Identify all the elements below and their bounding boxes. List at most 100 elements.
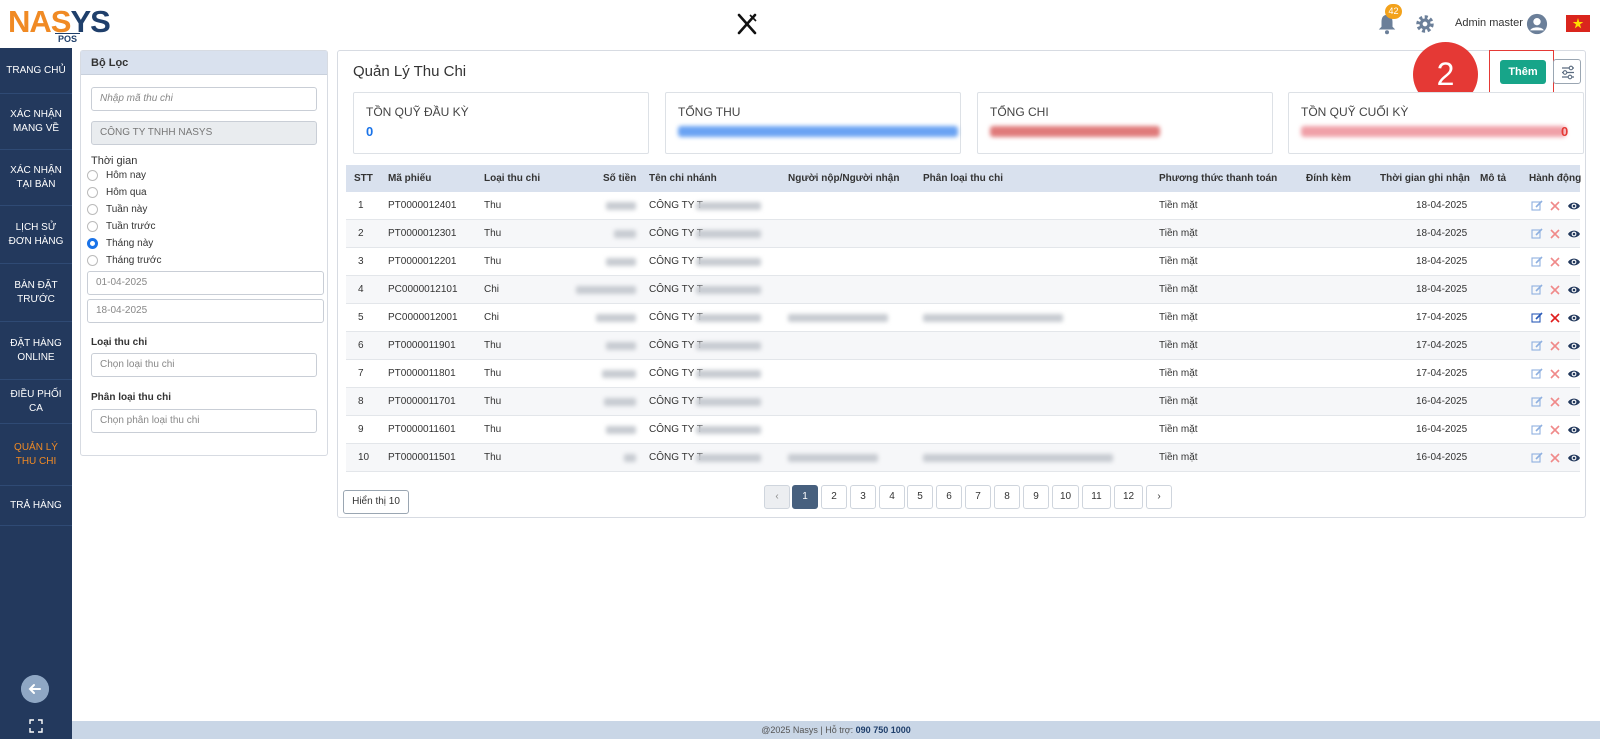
admin-name[interactable]: Admin master bbox=[1455, 17, 1523, 29]
table-row[interactable]: 8 PT0000011701 Thu CÔNG TY T Tiền mặt 16-04-2… bbox=[346, 388, 1580, 416]
col-stt: STT bbox=[354, 173, 373, 184]
edit-icon[interactable] bbox=[1531, 200, 1543, 212]
page-button-10[interactable]: 10 bbox=[1052, 485, 1079, 509]
table-row[interactable]: 1 PT0000012401 Thu CÔNG TY T Tiền mặt 18-04-2… bbox=[346, 192, 1580, 220]
edit-icon[interactable] bbox=[1531, 396, 1543, 408]
sidebar-item-order-history[interactable]: LỊCH SỬ ĐƠN HÀNG bbox=[0, 206, 72, 264]
edit-icon[interactable] bbox=[1531, 256, 1543, 268]
delete-icon[interactable] bbox=[1549, 368, 1561, 380]
card-closing-balance: TỒN QUỸ CUỐI KỲ 0 bbox=[1288, 92, 1584, 154]
eye-icon[interactable] bbox=[1567, 228, 1581, 240]
page-button-7[interactable]: 7 bbox=[965, 485, 991, 509]
delete-icon[interactable] bbox=[1549, 452, 1561, 464]
page-button-4[interactable]: 4 bbox=[879, 485, 905, 509]
page-size-select[interactable]: Hiển thị 10 bbox=[343, 490, 409, 514]
user-circle-icon[interactable] bbox=[1526, 13, 1548, 35]
page-button-6[interactable]: 6 bbox=[936, 485, 962, 509]
delete-icon[interactable] bbox=[1549, 284, 1561, 296]
table-row[interactable]: 4 PC0000012101 Chi CÔNG TY T Tiền mặt 18-04-2… bbox=[346, 276, 1580, 304]
page-button-2[interactable]: 2 bbox=[821, 485, 847, 509]
time-option-today[interactable]: Hôm nay bbox=[87, 168, 146, 182]
sidebar-item-reservations[interactable]: BÀN ĐẶT TRƯỚC bbox=[0, 264, 72, 322]
page-button-3[interactable]: 3 bbox=[850, 485, 876, 509]
table-row[interactable]: 10 PT0000011501 Thu CÔNG TY T Tiền mặt 16-04-… bbox=[346, 444, 1580, 472]
eye-icon[interactable] bbox=[1567, 256, 1581, 268]
delete-icon[interactable] bbox=[1549, 256, 1561, 268]
page-button-5[interactable]: 5 bbox=[907, 485, 933, 509]
time-option-yesterday[interactable]: Hôm qua bbox=[87, 185, 147, 199]
sidebar-item-shift-dispatch[interactable]: ĐIỀU PHỐI CA bbox=[0, 380, 72, 424]
eye-icon[interactable] bbox=[1567, 340, 1581, 352]
sidebar-item-returns[interactable]: TRẢ HÀNG bbox=[0, 486, 72, 526]
time-option-last-month[interactable]: Tháng trước bbox=[87, 253, 162, 267]
edit-icon[interactable] bbox=[1531, 424, 1543, 436]
utensils-icon[interactable] bbox=[735, 12, 759, 36]
date-to-input[interactable]: 18-04-2025 bbox=[87, 299, 324, 323]
delete-icon[interactable] bbox=[1549, 228, 1561, 240]
sidebar-item-income-expense[interactable]: QUẢN LÝ THU CHI bbox=[0, 424, 72, 486]
sidebar-item-home[interactable]: TRANG CHỦ bbox=[0, 48, 72, 94]
support-phone[interactable]: 090 750 1000 bbox=[856, 725, 911, 735]
edit-icon[interactable] bbox=[1531, 312, 1543, 324]
page-button-8[interactable]: 8 bbox=[994, 485, 1020, 509]
delete-icon[interactable] bbox=[1549, 340, 1561, 352]
sliders-icon bbox=[1562, 65, 1574, 80]
edit-icon[interactable] bbox=[1531, 452, 1543, 464]
eye-icon[interactable] bbox=[1567, 312, 1581, 324]
eye-icon[interactable] bbox=[1567, 396, 1581, 408]
page-button-12[interactable]: 12 bbox=[1114, 485, 1143, 509]
edit-icon[interactable] bbox=[1531, 228, 1543, 240]
type-select[interactable]: Chọn loại thu chi bbox=[91, 353, 317, 377]
card-value-redacted bbox=[678, 126, 958, 137]
date-from-input[interactable]: 01-04-2025 bbox=[87, 271, 324, 295]
sidebar: TRANG CHỦ XÁC NHẬN MANG VỀ XÁC NHẬN TẠI … bbox=[0, 48, 72, 739]
page-next-button[interactable]: › bbox=[1146, 485, 1172, 509]
table-row[interactable]: 7 PT0000011801 Thu CÔNG TY T Tiền mặt 17-04-2… bbox=[346, 360, 1580, 388]
category-select[interactable]: Chọn phân loại thu chi bbox=[91, 409, 317, 433]
top-bar: NASYS POS 42 Admin master bbox=[0, 0, 1600, 48]
time-option-this-month[interactable]: Tháng này bbox=[87, 236, 153, 250]
logo-sub: POS bbox=[55, 33, 81, 44]
arrow-left-icon[interactable] bbox=[21, 675, 49, 703]
cell-branch-redacted bbox=[696, 454, 761, 462]
time-option-this-week[interactable]: Tuần này bbox=[87, 202, 147, 216]
eye-icon[interactable] bbox=[1567, 368, 1581, 380]
delete-icon[interactable] bbox=[1549, 312, 1561, 324]
table-row[interactable]: 6 PT0000011901 Thu CÔNG TY T Tiền mặt 17-04-2… bbox=[346, 332, 1580, 360]
page-prev-button[interactable]: ‹ bbox=[764, 485, 790, 509]
add-button[interactable]: Thêm bbox=[1500, 60, 1546, 84]
eye-icon[interactable] bbox=[1567, 452, 1581, 464]
delete-icon[interactable] bbox=[1549, 396, 1561, 408]
expand-icon[interactable] bbox=[28, 718, 44, 734]
edit-icon[interactable] bbox=[1531, 368, 1543, 380]
time-option-last-week[interactable]: Tuần trước bbox=[87, 219, 156, 233]
sidebar-item-online-orders[interactable]: ĐẶT HÀNG ONLINE bbox=[0, 322, 72, 380]
table-row[interactable]: 9 PT0000011601 Thu CÔNG TY T Tiền mặt 16-04-2… bbox=[346, 416, 1580, 444]
cell-stt: 5 bbox=[358, 312, 364, 323]
cell-stt: 7 bbox=[358, 368, 364, 379]
page-button-1[interactable]: 1 bbox=[792, 485, 818, 509]
page-button-11[interactable]: 11 bbox=[1082, 485, 1111, 509]
cell-type: Thu bbox=[484, 452, 502, 463]
eye-icon[interactable] bbox=[1567, 424, 1581, 436]
edit-icon[interactable] bbox=[1531, 340, 1543, 352]
table-row[interactable]: 5 PC0000012001 Chi CÔNG TY T Tiền mặt 17-04-2… bbox=[346, 304, 1580, 332]
nasys-logo[interactable]: NASYS POS bbox=[8, 6, 120, 44]
vietnam-flag-icon[interactable] bbox=[1566, 15, 1590, 32]
cell-branch-redacted bbox=[696, 314, 761, 322]
delete-icon[interactable] bbox=[1549, 200, 1561, 212]
column-settings-button[interactable] bbox=[1553, 59, 1581, 84]
cell-code: PT0000012201 bbox=[388, 256, 457, 267]
sidebar-item-table-confirm[interactable]: XÁC NHẬN TẠI BÀN bbox=[0, 150, 72, 206]
sidebar-item-takeaway-confirm[interactable]: XÁC NHẬN MANG VỀ bbox=[0, 94, 72, 150]
table-row[interactable]: 2 PT0000012301 Thu CÔNG TY T Tiền mặt 18-04-2… bbox=[346, 220, 1580, 248]
gear-icon[interactable] bbox=[1414, 13, 1436, 35]
delete-icon[interactable] bbox=[1549, 424, 1561, 436]
eye-icon[interactable] bbox=[1567, 200, 1581, 212]
cell-branch: CÔNG TY T bbox=[649, 228, 703, 239]
table-row[interactable]: 3 PT0000012201 Thu CÔNG TY T Tiền mặt 18-04-2… bbox=[346, 248, 1580, 276]
page-button-9[interactable]: 9 bbox=[1023, 485, 1049, 509]
edit-icon[interactable] bbox=[1531, 284, 1543, 296]
code-search-input[interactable]: Nhập mã thu chi bbox=[91, 87, 317, 111]
eye-icon[interactable] bbox=[1567, 284, 1581, 296]
